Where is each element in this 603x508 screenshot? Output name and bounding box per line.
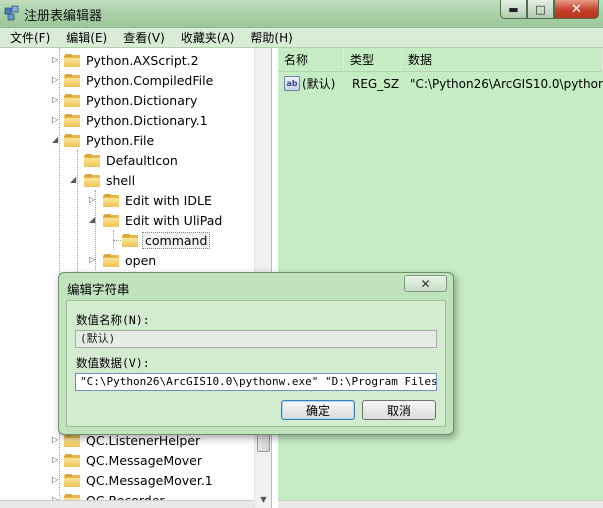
folder-open-icon	[103, 213, 119, 227]
folder-icon	[64, 453, 80, 467]
tree-item[interactable]: ▷ QC.MessageMover.1	[52, 470, 215, 490]
expand-arrow-icon[interactable]: ▷	[52, 475, 61, 484]
menu-favorites[interactable]: 收藏夹(A)	[177, 29, 239, 46]
value-name-label: 数值名称(N):	[76, 313, 150, 327]
tree-item-label: command	[142, 231, 211, 249]
value-name: (默认)	[302, 77, 336, 91]
menu-file[interactable]: 文件(F)	[6, 29, 54, 46]
window-controls: ▬ □ ✕	[500, 0, 599, 20]
collapse-arrow-icon[interactable]: ◢	[52, 135, 61, 144]
tree-item-label: QC.MessageMover	[86, 452, 202, 468]
tree-item[interactable]: ▷ Edit with IDLE	[89, 190, 214, 210]
expand-arrow-icon[interactable]: ▷	[52, 95, 61, 104]
folder-icon	[84, 153, 100, 167]
tree-item-label: Python.Dictionary.1	[86, 112, 208, 128]
tree-item[interactable]: ▷ Python.Dictionary	[52, 90, 199, 110]
column-header-type[interactable]: 类型	[344, 48, 402, 72]
dialog-close-button[interactable]: ✕	[404, 275, 447, 292]
menu-bar: 文件(F) 编辑(E) 查看(V) 收藏夹(A) 帮助(H)	[0, 28, 603, 48]
registry-editor-icon	[4, 5, 19, 21]
tree-item-label: open	[125, 252, 157, 268]
menu-edit[interactable]: 编辑(E)	[62, 29, 111, 46]
folder-icon	[64, 473, 80, 487]
column-header-name[interactable]: 名称	[278, 48, 344, 72]
collapse-arrow-icon[interactable]: ◢	[89, 215, 98, 224]
window-title: 注册表编辑器	[24, 9, 103, 24]
expand-arrow-icon[interactable]: ▷	[52, 455, 61, 464]
tree-item[interactable]: DefaultIcon	[84, 150, 180, 170]
cancel-button[interactable]: 取消	[362, 400, 436, 420]
folder-open-icon	[64, 133, 80, 147]
expand-arrow-icon[interactable]: ▷	[52, 435, 61, 444]
tree-item-label: QC.MessageMover.1	[86, 472, 213, 488]
dialog-title: 编辑字符串	[67, 282, 130, 297]
folder-icon	[64, 93, 80, 107]
scroll-down-icon[interactable]: ▼	[255, 491, 272, 508]
folder-open-icon	[84, 173, 100, 187]
close-button[interactable]: ✕	[554, 0, 599, 19]
list-header: 名称 类型 数据	[278, 48, 603, 72]
tree-item[interactable]: ▷ Python.AXScript.2	[52, 50, 201, 70]
expand-arrow-icon[interactable]: ▷	[52, 55, 61, 64]
value-name-field: (默认)	[75, 330, 437, 348]
tree-item[interactable]: ▷ QC.MessageMover	[52, 450, 204, 470]
folder-icon	[122, 233, 138, 247]
expand-arrow-icon[interactable]: ▷	[52, 75, 61, 84]
folder-icon	[103, 253, 119, 267]
tree-item[interactable]: ◢ Python.File	[52, 130, 156, 150]
tree-item[interactable]: ▷ Python.Dictionary.1	[52, 110, 210, 130]
dialog-body: 数值名称(N): (默认) 数值数据(V): "C:\Python26\ArcG…	[66, 300, 446, 427]
value-data: "C:\Python26\ArcGIS10.0\python	[410, 77, 603, 91]
tree-item-label: Python.CompiledFile	[86, 72, 214, 88]
tree-item-label: Python.Dictionary	[86, 92, 198, 108]
maximize-button[interactable]: □	[527, 0, 554, 19]
tree-item-label: Edit with UliPad	[125, 212, 223, 228]
tree-item-label: Edit with IDLE	[125, 192, 212, 208]
tree-item[interactable]: ◢ shell	[70, 170, 137, 190]
list-row[interactable]: ab (默认) REG_SZ "C:\Python26\ArcGIS10.0\p…	[278, 74, 603, 94]
tree-item-label: Python.AXScript.2	[86, 52, 199, 68]
folder-icon	[64, 73, 80, 87]
tree-item-label: DefaultIcon	[106, 152, 178, 168]
value-data-label: 数值数据(V):	[76, 356, 150, 370]
minimize-button[interactable]: ▬	[500, 0, 527, 19]
folder-icon	[64, 53, 80, 67]
folder-icon	[64, 433, 80, 447]
expand-arrow-icon[interactable]: ▷	[89, 255, 98, 264]
column-header-data[interactable]: 数据	[402, 48, 603, 72]
value-data-input[interactable]: "C:\Python26\ArcGIS10.0\pythonw.exe" "D:…	[75, 373, 437, 391]
tree-horizontal-scrollbar[interactable]	[0, 500, 254, 508]
value-type: REG_SZ	[352, 77, 400, 91]
tree-item[interactable]: ▷ Python.CompiledFile	[52, 70, 215, 90]
expand-arrow-icon[interactable]: ▷	[52, 115, 61, 124]
edit-string-dialog: 编辑字符串 ✕ 数值名称(N): (默认) 数值数据(V): "C:\Pytho…	[58, 272, 454, 435]
menu-help[interactable]: 帮助(H)	[246, 29, 296, 46]
expand-arrow-icon[interactable]: ▷	[89, 195, 98, 204]
collapse-arrow-icon[interactable]: ◢	[70, 175, 79, 184]
list-bottom-edge	[278, 500, 603, 508]
folder-icon	[64, 113, 80, 127]
tree-item-selected[interactable]: command	[122, 230, 211, 250]
ok-button[interactable]: 确定	[281, 400, 355, 420]
tree-item[interactable]: ◢ Edit with UliPad	[89, 210, 224, 230]
folder-icon	[103, 193, 119, 207]
menu-view[interactable]: 查看(V)	[119, 29, 169, 46]
string-value-icon: ab	[284, 76, 300, 91]
tree-item[interactable]: ▷ open	[89, 250, 158, 270]
title-bar: 注册表编辑器 ▬ □ ✕	[0, 0, 603, 28]
tree-item-label: Python.File	[86, 132, 155, 148]
tree-item-label: shell	[106, 172, 136, 188]
